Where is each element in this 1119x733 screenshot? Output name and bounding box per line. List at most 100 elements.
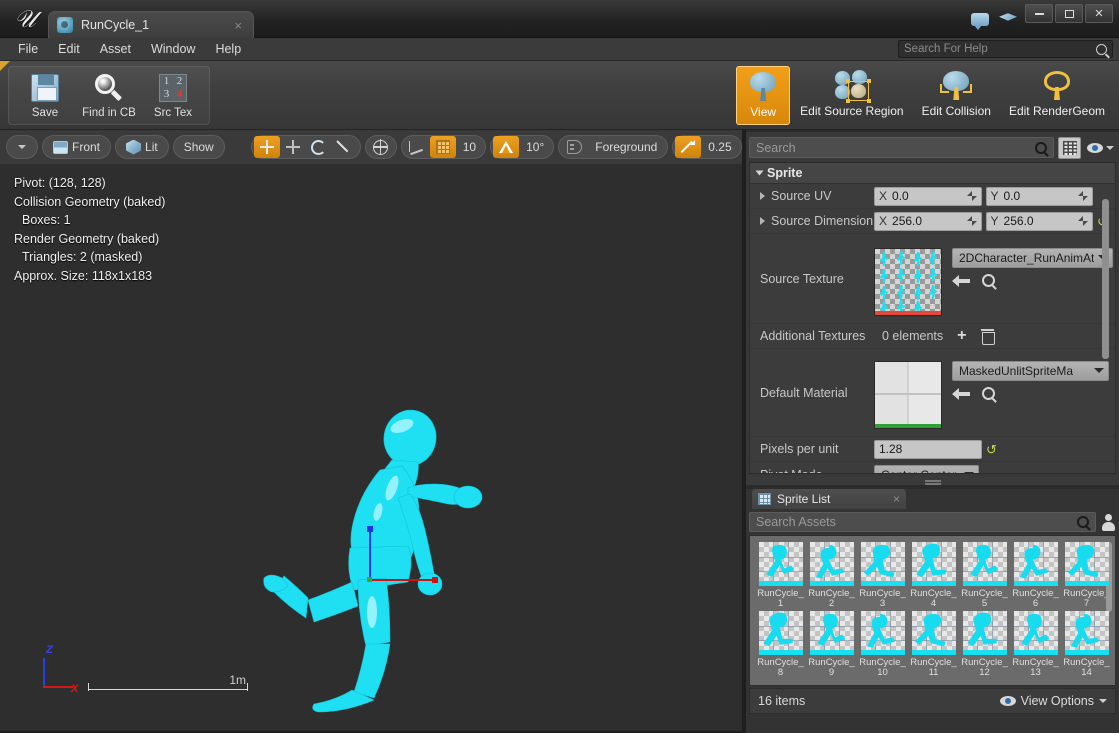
source-texture-asset-picker[interactable]: 2DCharacter_RunAnimAt (952, 248, 1113, 268)
lit-mode-button[interactable]: Lit (118, 137, 166, 157)
scale-snap-button[interactable] (561, 136, 587, 158)
scale-icon (337, 140, 352, 155)
angle-snap-value[interactable]: 10° (519, 140, 551, 154)
default-material-asset-picker[interactable]: MaskedUnlitSpriteMa (952, 361, 1109, 381)
source-texture-thumbnail[interactable] (874, 248, 942, 316)
details-view-options-button[interactable] (1085, 143, 1116, 153)
chevron-down-icon (1106, 146, 1114, 150)
details-property-list: Sprite Source UV X 0.0 Y 0.0 (749, 162, 1116, 474)
sprite-list-tab[interactable]: Sprite List × (752, 489, 906, 509)
sprite-list-item[interactable]: RunCycle_8 (756, 611, 805, 678)
viewport-options-button[interactable] (9, 136, 35, 158)
sprite-list-item[interactable]: RunCycle_14 (1062, 611, 1111, 678)
select-move-tool-button[interactable] (254, 136, 280, 158)
default-material-thumbnail[interactable] (874, 361, 942, 429)
help-search-input[interactable] (904, 43, 1096, 55)
menu-asset[interactable]: Asset (90, 40, 141, 58)
rotate-tool-button[interactable] (306, 136, 332, 158)
save-button[interactable]: Save (14, 68, 76, 123)
details-search-box[interactable] (749, 137, 1054, 158)
plus-icon[interactable]: + (957, 328, 966, 344)
grid-snap-value[interactable]: 10 (456, 140, 483, 154)
translate-2d-tool-button[interactable] (280, 136, 306, 158)
view-options-button[interactable]: View Options (1000, 694, 1107, 708)
camera-speed-value[interactable]: 0.25 (701, 140, 738, 154)
sprite-list-item[interactable]: RunCycle_9 (807, 611, 856, 678)
sprite-list-item[interactable]: RunCycle_3 (858, 542, 907, 609)
property-name[interactable]: Source Dimension (750, 214, 874, 228)
spinner-icon[interactable] (967, 216, 977, 226)
help-search-box[interactable] (898, 40, 1113, 58)
expand-arrow-icon[interactable] (760, 217, 765, 225)
panel-resize-handle[interactable] (746, 476, 1119, 485)
mode-edit-rendergeom-button[interactable]: Edit RenderGeom (1001, 66, 1113, 125)
sprite-list-item[interactable]: RunCycle_7 (1062, 542, 1111, 609)
sprite-list-item[interactable]: RunCycle_5 (960, 542, 1009, 609)
close-icon[interactable]: × (893, 492, 900, 506)
pixels-per-unit-field[interactable]: 1.28 (874, 440, 982, 459)
pivot-mode-dropdown[interactable]: Center Center (874, 465, 979, 475)
sprite-list-item[interactable]: RunCycle_12 (960, 611, 1009, 678)
sprite-list-item[interactable]: RunCycle_4 (909, 542, 958, 609)
source-uv-x-field[interactable]: X 0.0 (874, 187, 982, 206)
source-dimension-y-field[interactable]: Y 256.0 (986, 212, 1094, 231)
angle-snap-toggle[interactable] (493, 136, 519, 158)
back-arrow-icon[interactable] (952, 387, 970, 401)
details-grid-view-button[interactable] (1058, 137, 1081, 159)
sprite-item-label: RunCycle_3 (858, 589, 907, 609)
camera-speed-toggle[interactable] (675, 136, 701, 158)
feedback-chat-icon[interactable] (971, 10, 991, 30)
grid-snap-toggle[interactable] (430, 136, 456, 158)
documentation-icon[interactable] (999, 10, 1019, 30)
spinner-icon[interactable] (1078, 191, 1088, 201)
property-name[interactable]: Source UV (750, 189, 874, 203)
viewport[interactable]: Front Lit Show (0, 130, 744, 733)
find-in-content-browser-button[interactable]: Find in CB (78, 68, 140, 123)
close-button[interactable]: ✕ (1085, 4, 1113, 23)
layer-selector[interactable]: Foreground (587, 137, 665, 157)
menu-file[interactable]: File (8, 40, 48, 58)
menu-help[interactable]: Help (205, 40, 251, 58)
sprite-list-item[interactable]: RunCycle_1 (756, 542, 805, 609)
show-menu-button[interactable]: Show (176, 137, 222, 157)
view-orientation-button[interactable]: Front (45, 137, 108, 157)
document-tab-runcycle[interactable]: RunCycle_1 × (48, 11, 254, 38)
person-filter-icon[interactable] (1100, 514, 1116, 531)
minimize-button[interactable] (1025, 4, 1053, 23)
back-arrow-icon[interactable] (952, 274, 970, 288)
sprite-list-item[interactable]: RunCycle_11 (909, 611, 958, 678)
scale-tool-button[interactable] (332, 136, 358, 158)
scale-bar-label: 1m (229, 673, 246, 687)
sprite-thumbnail-grid[interactable]: RunCycle_1RunCycle_2RunCycle_3RunCycle_4… (749, 535, 1116, 686)
browse-icon[interactable] (982, 387, 995, 400)
menu-edit[interactable]: Edit (48, 40, 90, 58)
close-icon[interactable]: × (231, 18, 245, 33)
mode-edit-collision-button[interactable]: Edit Collision (914, 66, 999, 125)
maximize-button[interactable] (1055, 4, 1083, 23)
eye-icon (1087, 143, 1103, 153)
sprite-list-item[interactable]: RunCycle_13 (1011, 611, 1060, 678)
sprite-list-item[interactable]: RunCycle_2 (807, 542, 856, 609)
sprite-list-item[interactable]: RunCycle_10 (858, 611, 907, 678)
sprite-list-item[interactable]: RunCycle_6 (1011, 542, 1060, 609)
spinner-icon[interactable] (1078, 216, 1088, 226)
trash-icon[interactable] (981, 329, 994, 343)
sprite-item-label: RunCycle_11 (909, 658, 958, 678)
coordinate-system-button[interactable] (368, 136, 394, 158)
expand-arrow-icon[interactable] (760, 192, 765, 200)
details-scrollbar[interactable] (1102, 199, 1109, 359)
sprite-list-search-box[interactable] (749, 512, 1096, 532)
mode-edit-source-region-button[interactable]: Edit Source Region (792, 66, 911, 125)
sprite-list-search-input[interactable] (756, 515, 1077, 529)
reset-to-default-icon[interactable]: ↺ (986, 443, 998, 456)
browse-icon[interactable] (982, 274, 995, 287)
details-search-input[interactable] (756, 141, 1035, 155)
surface-snap-button[interactable] (404, 136, 430, 158)
spinner-icon[interactable] (967, 191, 977, 201)
source-texture-button[interactable]: 1 2 3 4 Src Tex (142, 68, 204, 123)
menu-window[interactable]: Window (141, 40, 205, 58)
source-dimension-x-field[interactable]: X 256.0 (874, 212, 982, 231)
source-uv-y-field[interactable]: Y 0.0 (986, 187, 1094, 206)
mode-view-button[interactable]: View (736, 66, 790, 125)
category-header-sprite[interactable]: Sprite (750, 163, 1115, 184)
